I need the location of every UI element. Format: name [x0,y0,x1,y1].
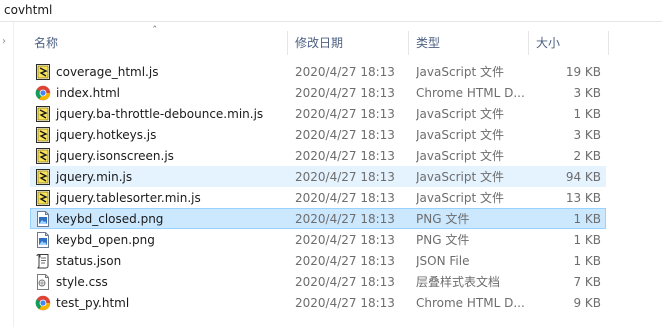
column-header-date[interactable]: 修改日期 [295,31,343,55]
chrome-html-icon [35,295,51,311]
file-modified-date: 2020/4/27 18:13 [295,212,395,226]
file-size: 94 KB [565,170,601,184]
column-divider[interactable] [408,31,409,55]
file-row[interactable]: keybd_open.png 2020/4/27 18:13 PNG 文件 1 KB [30,229,606,250]
navigation-pane[interactable]: › [0,22,14,327]
file-size: 9 KB [573,296,601,310]
file-row[interactable]: jquery.hotkeys.js 2020/4/27 18:13 JavaScri… [30,124,606,145]
file-modified-date: 2020/4/27 18:13 [295,86,395,100]
file-size: 1 KB [573,233,601,247]
file-type: JSON File [416,254,470,268]
file-type: PNG 文件 [416,233,470,247]
file-type: JavaScript 文件 [416,149,504,163]
file-type: JavaScript 文件 [416,107,504,121]
js-file-icon [35,127,51,143]
file-row[interactable]: test_py.html 2020/4/27 18:13 Chrome HTML D… [30,292,606,313]
sort-ascending-icon: ˆ [152,24,158,37]
file-type: JavaScript 文件 [416,65,504,79]
file-name: jquery.tablesorter.min.js [56,191,201,205]
file-row[interactable]: status.json 2020/4/27 18:13 JSON File 1 KB [30,250,606,271]
file-name: style.css [56,275,108,289]
file-modified-date: 2020/4/27 18:13 [295,254,395,268]
css-file-icon [35,274,51,290]
file-size: 7 KB [573,275,601,289]
address-bar[interactable]: covhtml [0,0,662,22]
file-name: jquery.ba-throttle-debounce.min.js [56,107,264,121]
file-row[interactable]: coverage_html.js 2020/4/27 18:13 JavaScrip… [30,61,606,82]
file-row[interactable]: jquery.tablesorter.min.js 2020/4/27 18:13… [30,187,606,208]
file-size: 3 KB [573,86,601,100]
file-size: 1 KB [573,254,601,268]
js-file-icon [35,106,51,122]
file-name: test_py.html [56,296,130,310]
js-file-icon [35,148,51,164]
file-type: JavaScript 文件 [416,191,504,205]
file-type: 层叠样式表文档 [416,275,501,289]
file-size: 3 KB [573,128,601,142]
file-name: index.html [56,86,120,100]
column-header-type[interactable]: 类型 [416,31,440,55]
file-name: keybd_closed.png [56,212,164,226]
file-modified-date: 2020/4/27 18:13 [295,65,395,79]
file-type: JavaScript 文件 [416,170,504,184]
file-modified-date: 2020/4/27 18:13 [295,296,395,310]
folder-path: covhtml [4,3,53,17]
column-divider[interactable] [608,31,609,55]
column-header: ˆ 名称 修改日期 类型 大小 [28,24,662,55]
file-modified-date: 2020/4/27 18:13 [295,107,395,121]
file-name: jquery.min.js [56,170,133,184]
file-modified-date: 2020/4/27 18:13 [295,191,395,205]
png-file-icon [35,232,51,248]
column-divider[interactable] [287,31,288,55]
file-type: JavaScript 文件 [416,128,504,142]
file-modified-date: 2020/4/27 18:13 [295,275,395,289]
file-type: Chrome HTML D... [416,296,524,310]
js-file-icon [35,169,51,185]
file-row[interactable]: jquery.isonscreen.js 2020/4/27 18:13 JavaS… [30,145,606,166]
js-file-icon [35,190,51,206]
file-name: jquery.hotkeys.js [56,128,157,142]
file-row[interactable]: jquery.ba-throttle-debounce.min.js 2020/4… [30,103,606,124]
column-header-name[interactable]: 名称 [34,31,58,55]
file-name: status.json [56,254,122,268]
chevron-right-icon[interactable]: › [2,36,6,47]
file-size: 19 KB [565,65,601,79]
file-row[interactable]: jquery.min.js 2020/4/27 18:13 JavaScript 文… [30,166,606,187]
file-row[interactable]: keybd_closed.png 2020/4/27 18:13 PNG 文件 1 K… [30,208,606,229]
file-size: 1 KB [573,107,601,121]
file-modified-date: 2020/4/27 18:13 [295,149,395,163]
file-size: 1 KB [573,212,601,226]
png-file-icon [35,211,51,227]
file-modified-date: 2020/4/27 18:13 [295,128,395,142]
js-file-icon [35,64,51,80]
file-row[interactable]: style.css 2020/4/27 18:13 层叠样式表文档 7 KB [30,271,606,292]
file-name: coverage_html.js [56,65,159,79]
file-type: PNG 文件 [416,212,470,226]
file-size: 2 KB [573,149,601,163]
file-type: Chrome HTML D... [416,86,524,100]
file-size: 13 KB [565,191,601,205]
file-name: keybd_open.png [56,233,155,247]
json-file-icon [35,253,51,269]
file-modified-date: 2020/4/27 18:13 [295,233,395,247]
column-divider[interactable] [528,31,529,55]
chrome-html-icon [35,85,51,101]
file-row[interactable]: index.html 2020/4/27 18:13 Chrome HTML D..… [30,82,606,103]
file-name: jquery.isonscreen.js [56,149,174,163]
column-header-size[interactable]: 大小 [536,31,560,55]
file-modified-date: 2020/4/27 18:13 [295,170,395,184]
